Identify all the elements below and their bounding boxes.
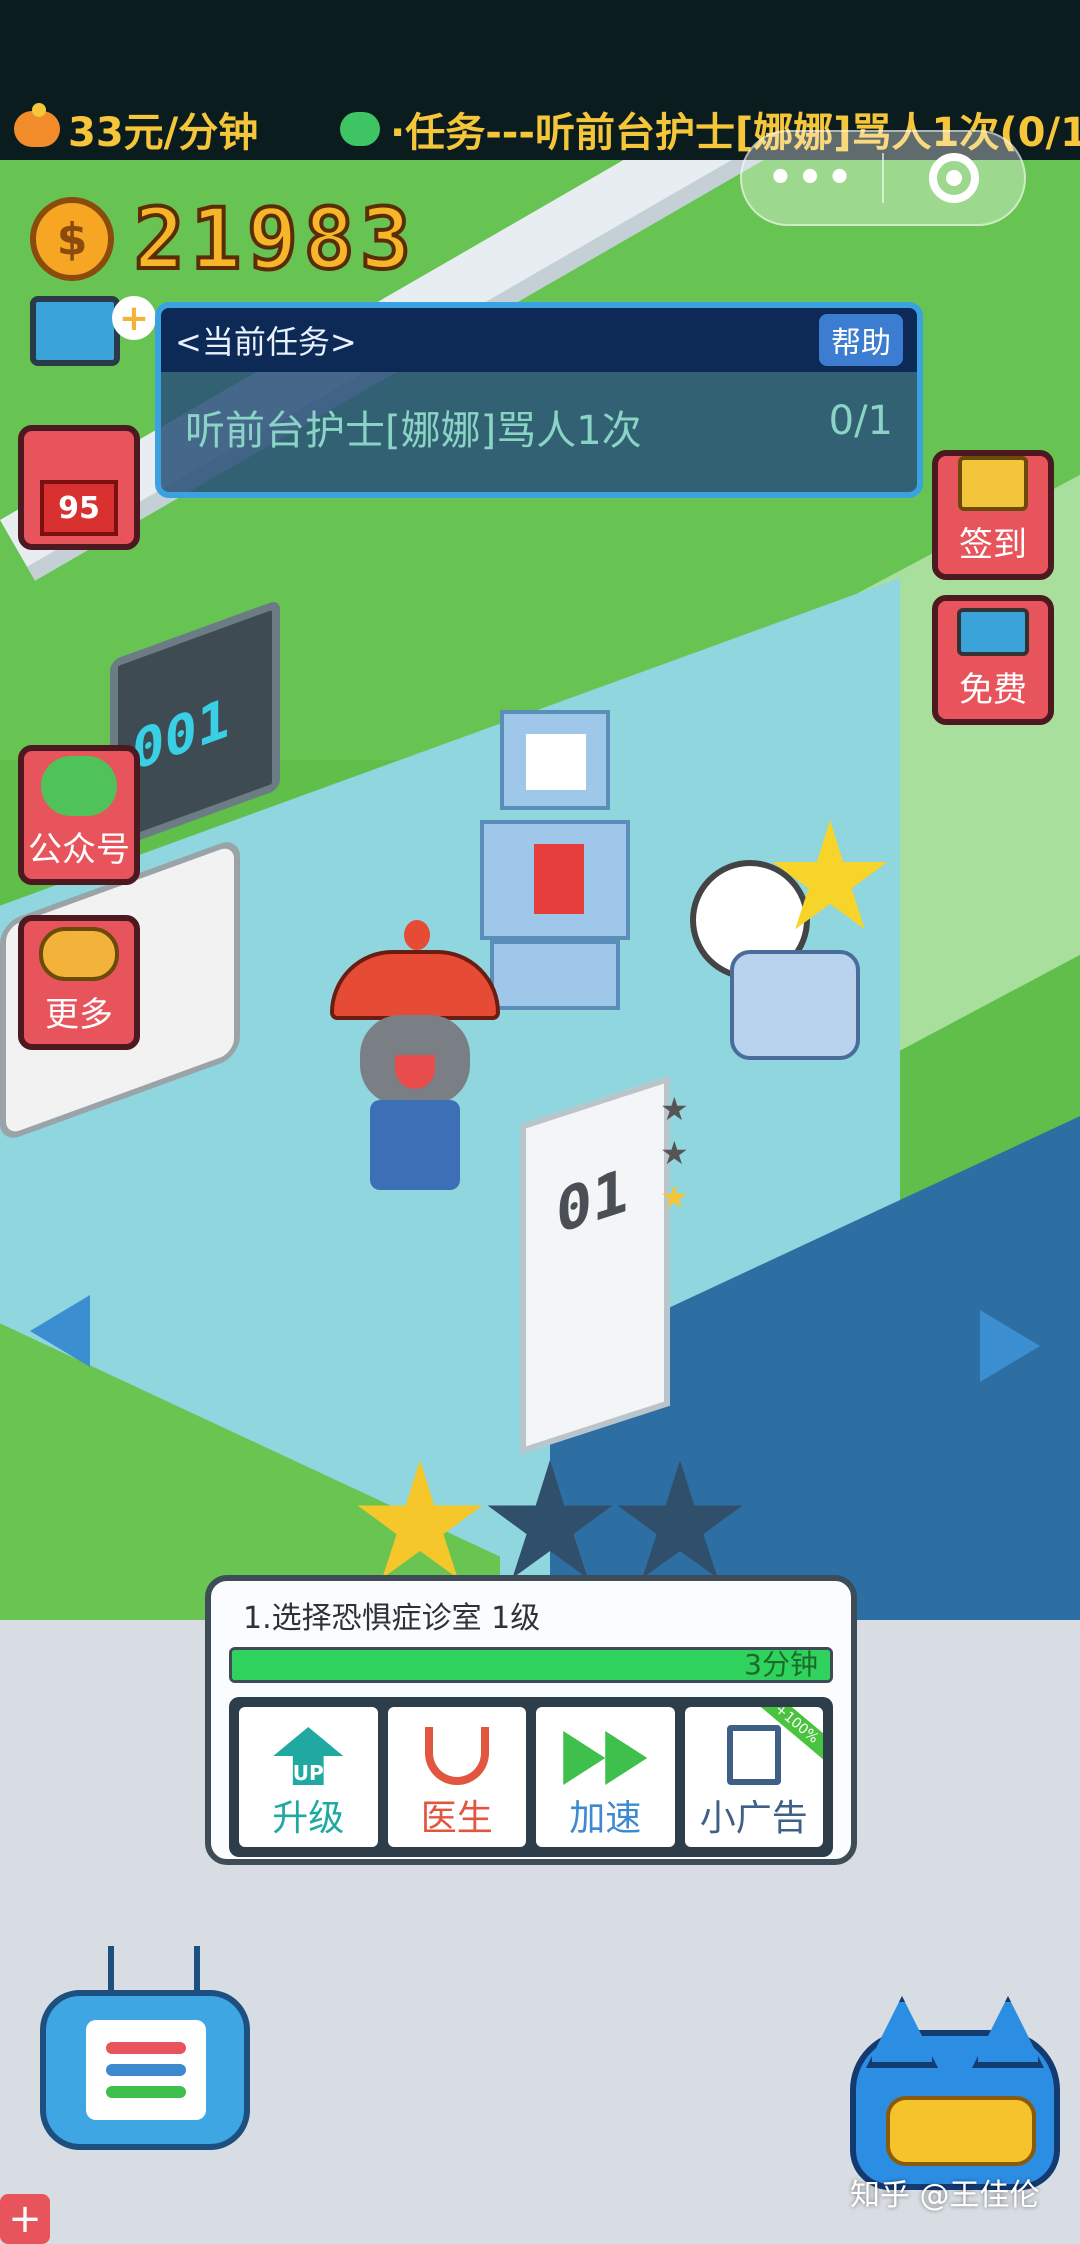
robot-body <box>480 820 630 940</box>
cat-gold-bank-button[interactable] <box>850 2030 1060 2190</box>
small-ad-button[interactable]: +100% 小广告 <box>684 1707 823 1847</box>
speedup-label: 加速 <box>569 1798 642 1839</box>
ad-label: 小广告 <box>699 1798 808 1839</box>
gift-box-icon <box>958 456 1028 511</box>
add-icon[interactable]: + <box>0 2194 50 2244</box>
cat-robe <box>370 1100 460 1190</box>
fast-forward-icon <box>563 1731 648 1785</box>
robot-legs <box>490 940 620 1010</box>
robot-head <box>500 710 610 810</box>
current-task-panel[interactable]: <当前任务> 帮助 听前台护士[娜娜]骂人1次 0/1 <box>155 302 923 498</box>
upgrade-button[interactable]: UP 升级 <box>239 1707 378 1847</box>
scroll-right-arrow-icon[interactable] <box>980 1310 1040 1382</box>
cat-head <box>360 1015 470 1105</box>
level-flag-icon: 95 <box>40 480 118 536</box>
coin-balance: $ 21983 <box>30 188 417 290</box>
star-empty-icon <box>487 1460 613 1579</box>
more-label: 更多 <box>45 995 113 1035</box>
doctor-label: 医生 <box>420 1798 493 1839</box>
coin-count: 21983 <box>132 188 417 290</box>
piggy-bank-icon <box>14 103 60 147</box>
progress-fill <box>232 1650 830 1680</box>
room-star-rating <box>355 1460 745 1590</box>
task-header: <当前任务> 帮助 <box>161 308 917 372</box>
wechat-icon <box>41 756 117 816</box>
add-badge-icon[interactable]: + <box>112 296 156 340</box>
level-flag-button[interactable]: 95 <box>18 425 140 550</box>
room-info-popup: 1.选择恐惧症诊室 1级 3分钟 UP 升级 医生 加速 +100% 小广告 <box>205 1575 857 1865</box>
star-filled-icon <box>357 1460 483 1579</box>
upgrade-label: 升级 <box>272 1798 345 1839</box>
cat-mouth <box>395 1055 435 1089</box>
room-actions: UP 升级 医生 加速 +100% 小广告 <box>229 1697 833 1857</box>
robot-heart-icon <box>534 844 584 914</box>
monitor-number: 001 <box>132 685 230 784</box>
fish-tv-icon <box>957 608 1029 656</box>
cat-official-character[interactable] <box>330 920 500 1190</box>
chat-bubble-icon <box>340 112 380 146</box>
room-progress-bar: 3分钟 <box>229 1647 833 1683</box>
close-miniprogram-button[interactable] <box>884 153 1024 203</box>
robot-menu-button[interactable] <box>40 1946 250 2150</box>
star-empty-icon <box>617 1460 743 1579</box>
free-label: 免费 <box>959 670 1027 710</box>
more-options-button[interactable]: ••• <box>742 155 882 201</box>
income-rate: 33元/分钟 <box>14 100 258 158</box>
task-description: 听前台护士[娜娜]骂人1次 <box>185 408 642 454</box>
watermark: 知乎 @王佳伦 <box>850 2178 1040 2213</box>
progress-label: 3分钟 <box>744 1648 818 1681</box>
door-star-icon: ★ <box>660 1178 689 1216</box>
menu-list-icon <box>86 2020 206 2120</box>
wechat-official-button[interactable]: 公众号 <box>18 745 140 885</box>
door-star-icon: ★ <box>660 1134 689 1172</box>
up-badge: UP <box>292 1761 324 1785</box>
document-icon <box>726 1725 781 1785</box>
patient-pajamas <box>730 950 860 1060</box>
robot-face <box>526 734 586 790</box>
task-body: 听前台护士[娜娜]骂人1次 0/1 <box>161 372 917 482</box>
wechat-label: 公众号 <box>28 830 130 870</box>
more-games-button[interactable]: 更多 <box>18 915 140 1050</box>
target-close-icon <box>928 153 979 203</box>
fish-tv-icon[interactable] <box>30 296 120 366</box>
gold-bar-icon <box>886 2096 1036 2166</box>
official-hat <box>330 920 500 1020</box>
task-progress: 0/1 <box>828 398 893 444</box>
door-number: 01 <box>556 1155 629 1249</box>
sign-in-button[interactable]: 签到 <box>932 450 1054 580</box>
doctor-button[interactable]: 医生 <box>387 1707 526 1847</box>
speedup-button[interactable]: 加速 <box>536 1707 675 1847</box>
stethoscope-icon <box>424 1727 489 1785</box>
patient-character[interactable] <box>690 800 930 1080</box>
income-rate-text: 33元/分钟 <box>68 110 259 156</box>
room-door[interactable]: 01 <box>520 1075 670 1455</box>
scroll-left-arrow-icon[interactable] <box>30 1295 90 1367</box>
miniprogram-capsule: ••• <box>740 130 1026 226</box>
door-star-icon: ★ <box>660 1090 689 1128</box>
signin-label: 签到 <box>959 525 1027 565</box>
gold-coin-icon: $ <box>30 197 114 281</box>
room-title: 1.选择恐惧症诊室 1级 <box>243 1601 541 1636</box>
task-header-title: <当前任务> <box>175 323 357 361</box>
door-star-rating: ★ ★ ★ <box>660 1090 689 1216</box>
free-reward-button[interactable]: 免费 <box>932 595 1054 725</box>
help-button[interactable]: 帮助 <box>819 314 903 366</box>
upgrade-arrow-icon: UP <box>273 1727 344 1785</box>
gamepad-icon <box>39 927 119 981</box>
